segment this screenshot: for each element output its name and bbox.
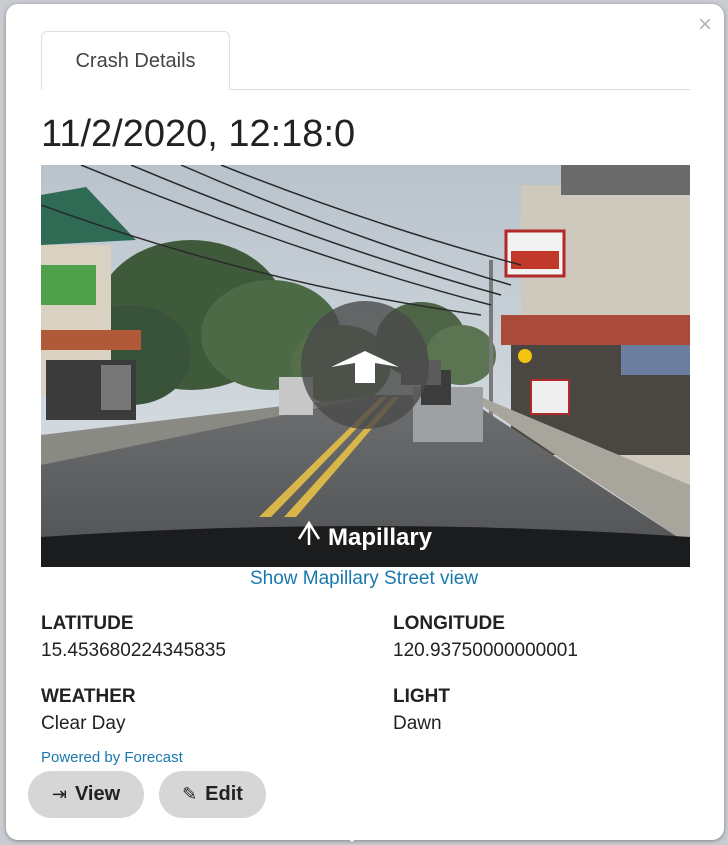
street-view-photo[interactable]: Mapillary xyxy=(41,165,690,567)
weather-value: Clear Day xyxy=(41,713,126,734)
pencil-icon: ✎ xyxy=(182,784,198,804)
show-street-view-link[interactable]: Show Mapillary Street view xyxy=(0,568,728,590)
sign-in-icon: ⇥ xyxy=(51,784,67,804)
longitude-value: 120.93750000000001 xyxy=(393,640,578,661)
edit-button[interactable]: ✎ Edit xyxy=(159,771,266,818)
longitude-field: LONGITUDE 120.93750000000001 xyxy=(393,611,713,665)
view-button[interactable]: ⇥ View xyxy=(28,771,144,818)
mapillary-watermark: Mapillary xyxy=(328,524,433,551)
light-value: Dawn xyxy=(393,713,442,734)
powered-by-forecast-link[interactable]: Powered by Forecast xyxy=(41,749,183,766)
crash-datetime-title: 11/2/2020, 12:18:0 xyxy=(41,113,356,155)
view-button-label: View xyxy=(74,783,121,805)
tab-crash-details[interactable]: Crash Details xyxy=(41,31,230,90)
latitude-field: LATITUDE 15.453680224345835 xyxy=(41,611,361,665)
direction-arrow-icon[interactable] xyxy=(301,301,429,429)
latitude-value: 15.453680224345835 xyxy=(41,640,226,661)
weather-label: WEATHER xyxy=(41,686,136,707)
light-label: LIGHT xyxy=(393,686,450,707)
longitude-label: LONGITUDE xyxy=(393,613,505,634)
latitude-label: LATITUDE xyxy=(41,613,134,634)
close-icon[interactable]: × xyxy=(694,13,716,37)
popup-pointer xyxy=(338,830,366,842)
edit-button-label: Edit xyxy=(205,783,243,805)
tab-bar: Crash Details xyxy=(41,29,690,90)
light-field: LIGHT Dawn xyxy=(393,684,713,738)
crash-details-popup: × Crash Details 11/2/2020, 12:18:0 Mapil… xyxy=(6,4,724,840)
weather-field: WEATHER Clear Day xyxy=(41,684,361,738)
